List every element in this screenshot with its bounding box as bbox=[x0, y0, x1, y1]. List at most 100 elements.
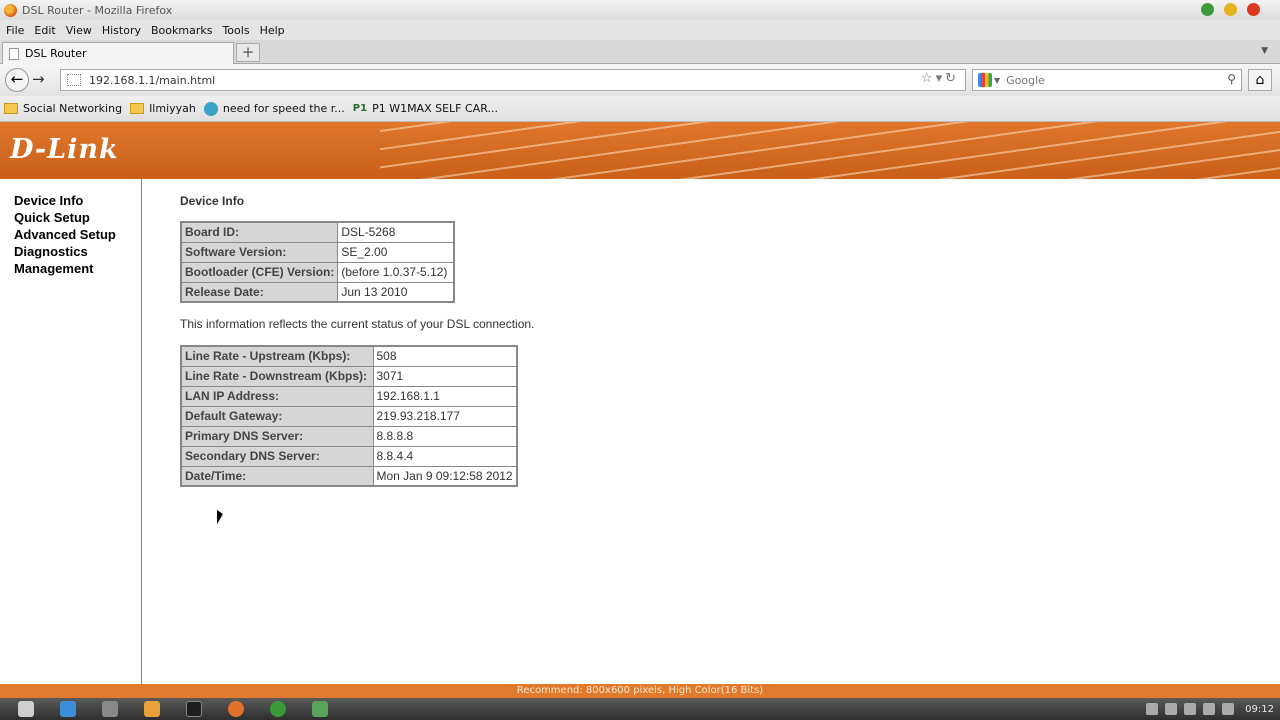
taskbar-clock: 09:12 bbox=[1245, 703, 1274, 715]
mouse-pointer-icon bbox=[217, 510, 223, 524]
search-input[interactable]: Google bbox=[1006, 74, 1045, 87]
sidebar-item-diagnostics[interactable]: Diagnostics bbox=[14, 243, 141, 260]
search-icon[interactable]: ⚲ bbox=[1227, 72, 1236, 86]
tray-icon[interactable] bbox=[1203, 703, 1216, 715]
site-favicon-icon bbox=[203, 101, 218, 116]
menu-view[interactable]: View bbox=[66, 24, 92, 37]
row-value: 8.8.4.4 bbox=[372, 445, 518, 467]
minimize-icon[interactable] bbox=[1201, 3, 1214, 16]
back-button[interactable]: ← bbox=[5, 68, 29, 92]
menu-history[interactable]: History bbox=[102, 24, 141, 37]
dlink-logo: D-Link bbox=[10, 134, 119, 165]
table-row: Bootloader (CFE) Version: (before 1.0.37… bbox=[180, 261, 455, 283]
sidebar-nav: Device Info Quick Setup Advanced Setup D… bbox=[0, 179, 142, 684]
upload-icon[interactable] bbox=[102, 701, 118, 717]
row-label: Secondary DNS Server: bbox=[180, 445, 374, 467]
menu-bar: File Edit View History Bookmarks Tools H… bbox=[0, 20, 1280, 40]
table-row: LAN IP Address: 192.168.1.1 bbox=[180, 385, 518, 407]
start-menu-icon[interactable] bbox=[18, 701, 34, 717]
bookmark-p1-wimax[interactable]: P1 P1 W1MAX SELF CAR... bbox=[353, 102, 498, 115]
row-value: Jun 13 2010 bbox=[337, 281, 455, 303]
google-icon[interactable] bbox=[978, 73, 992, 87]
row-label: Primary DNS Server: bbox=[180, 425, 374, 447]
row-label: Board ID: bbox=[180, 221, 339, 243]
volume-icon[interactable] bbox=[1222, 703, 1235, 715]
row-label: Default Gateway: bbox=[180, 405, 374, 427]
status-note: This information reflects the current st… bbox=[180, 317, 535, 331]
row-value: 219.93.218.177 bbox=[372, 405, 518, 427]
navigation-toolbar: ← → 192.168.1.1/main.html ☆▾↻ ▼ Google ⚲… bbox=[0, 64, 1280, 96]
row-label: LAN IP Address: bbox=[180, 385, 374, 407]
search-bar[interactable]: ▼ Google ⚲ bbox=[972, 69, 1242, 91]
site-identity-icon[interactable] bbox=[67, 74, 81, 86]
search-engine-dropdown-icon[interactable]: ▼ bbox=[994, 76, 1000, 85]
table-row: Board ID: DSL-5268 bbox=[180, 221, 455, 243]
tab-bar: DSL Router + ▼ bbox=[0, 40, 1280, 64]
bookmark-ilmiyyah[interactable]: Ilmiyyah bbox=[130, 102, 196, 115]
new-tab-button[interactable]: + bbox=[236, 43, 260, 62]
sidebar-item-quick-setup[interactable]: Quick Setup bbox=[14, 209, 141, 226]
firefox-taskbar-icon[interactable] bbox=[228, 701, 244, 717]
terminal-icon[interactable] bbox=[186, 701, 202, 717]
menu-edit[interactable]: Edit bbox=[34, 24, 55, 37]
forward-button[interactable]: → bbox=[32, 70, 45, 88]
tab-label: DSL Router bbox=[25, 47, 87, 60]
table-row: Line Rate - Upstream (Kbps): 508 bbox=[180, 345, 518, 367]
row-value: SE_2.00 bbox=[337, 241, 455, 263]
app-icon[interactable] bbox=[270, 701, 286, 717]
table-row: Release Date: Jun 13 2010 bbox=[180, 281, 455, 303]
page-title: Device Info bbox=[180, 194, 245, 208]
sidebar-item-device-info[interactable]: Device Info bbox=[14, 192, 141, 209]
page-footer: Recommend: 800x600 pixels, High Color(16… bbox=[0, 684, 1280, 698]
device-info-table: Board ID: DSL-5268 Software Version: SE_… bbox=[180, 221, 455, 303]
bookmarks-toolbar: Social Networking Ilmiyyah need for spee… bbox=[0, 96, 1280, 122]
maximize-icon[interactable] bbox=[1224, 3, 1237, 16]
menu-bookmarks[interactable]: Bookmarks bbox=[151, 24, 212, 37]
row-value: DSL-5268 bbox=[337, 221, 455, 243]
menu-help[interactable]: Help bbox=[260, 24, 285, 37]
table-row: Date/Time: Mon Jan 9 09:12:58 2012 bbox=[180, 465, 518, 487]
system-tray: 09:12 bbox=[1146, 698, 1280, 720]
bookmark-star-icon[interactable]: ☆▾↻ bbox=[921, 71, 959, 86]
row-label: Line Rate - Upstream (Kbps): bbox=[180, 345, 374, 367]
tray-icon[interactable] bbox=[1184, 703, 1197, 715]
bookmark-label: Social Networking bbox=[23, 102, 123, 115]
url-text[interactable]: 192.168.1.1/main.html bbox=[89, 74, 215, 87]
sidebar-item-advanced-setup[interactable]: Advanced Setup bbox=[14, 226, 141, 243]
bookmark-label: need for speed the r... bbox=[222, 102, 345, 115]
home-button[interactable]: ⌂ bbox=[1248, 69, 1272, 91]
table-row: Primary DNS Server: 8.8.8.8 bbox=[180, 425, 518, 447]
firefox-icon bbox=[4, 3, 17, 17]
window-title: DSL Router - Mozilla Firefox bbox=[22, 3, 173, 17]
url-bar[interactable]: 192.168.1.1/main.html ☆▾↻ bbox=[60, 69, 966, 91]
close-icon[interactable] bbox=[1247, 3, 1260, 16]
tab-dsl-router[interactable]: DSL Router bbox=[2, 42, 234, 64]
row-value: 8.8.8.8 bbox=[372, 425, 518, 447]
menu-tools[interactable]: Tools bbox=[222, 24, 249, 37]
tray-icon[interactable] bbox=[1146, 703, 1159, 715]
media-player-icon[interactable] bbox=[144, 701, 160, 717]
window-titlebar: DSL Router - Mozilla Firefox bbox=[0, 0, 1280, 20]
ie-icon[interactable] bbox=[60, 701, 76, 717]
table-row: Line Rate - Downstream (Kbps): 3071 bbox=[180, 365, 518, 387]
bookmark-need-for-speed[interactable]: need for speed the r... bbox=[203, 101, 345, 116]
row-label: Release Date: bbox=[180, 281, 339, 303]
spreadsheet-icon[interactable] bbox=[312, 701, 328, 717]
bookmark-social-networking[interactable]: Social Networking bbox=[4, 102, 122, 115]
connection-status-table: Line Rate - Upstream (Kbps): 508 Line Ra… bbox=[180, 345, 518, 487]
tray-icon[interactable] bbox=[1165, 703, 1178, 715]
folder-icon bbox=[130, 103, 145, 114]
menu-file[interactable]: File bbox=[6, 24, 24, 37]
os-taskbar: 09:12 bbox=[0, 698, 1280, 720]
row-value: 192.168.1.1 bbox=[372, 385, 518, 407]
folder-icon bbox=[4, 103, 18, 114]
row-value: Mon Jan 9 09:12:58 2012 bbox=[372, 465, 518, 487]
table-row: Secondary DNS Server: 8.8.4.4 bbox=[180, 445, 518, 467]
router-page: D-Link Device Info Quick Setup Advanced … bbox=[0, 122, 1280, 684]
sidebar-item-management[interactable]: Management bbox=[14, 260, 141, 277]
row-value: 508 bbox=[372, 345, 518, 367]
tab-list-chevron-icon[interactable]: ▼ bbox=[1261, 46, 1268, 56]
table-row: Default Gateway: 219.93.218.177 bbox=[180, 405, 518, 427]
row-label: Bootloader (CFE) Version: bbox=[180, 261, 339, 283]
table-row: Software Version: SE_2.00 bbox=[180, 241, 455, 263]
